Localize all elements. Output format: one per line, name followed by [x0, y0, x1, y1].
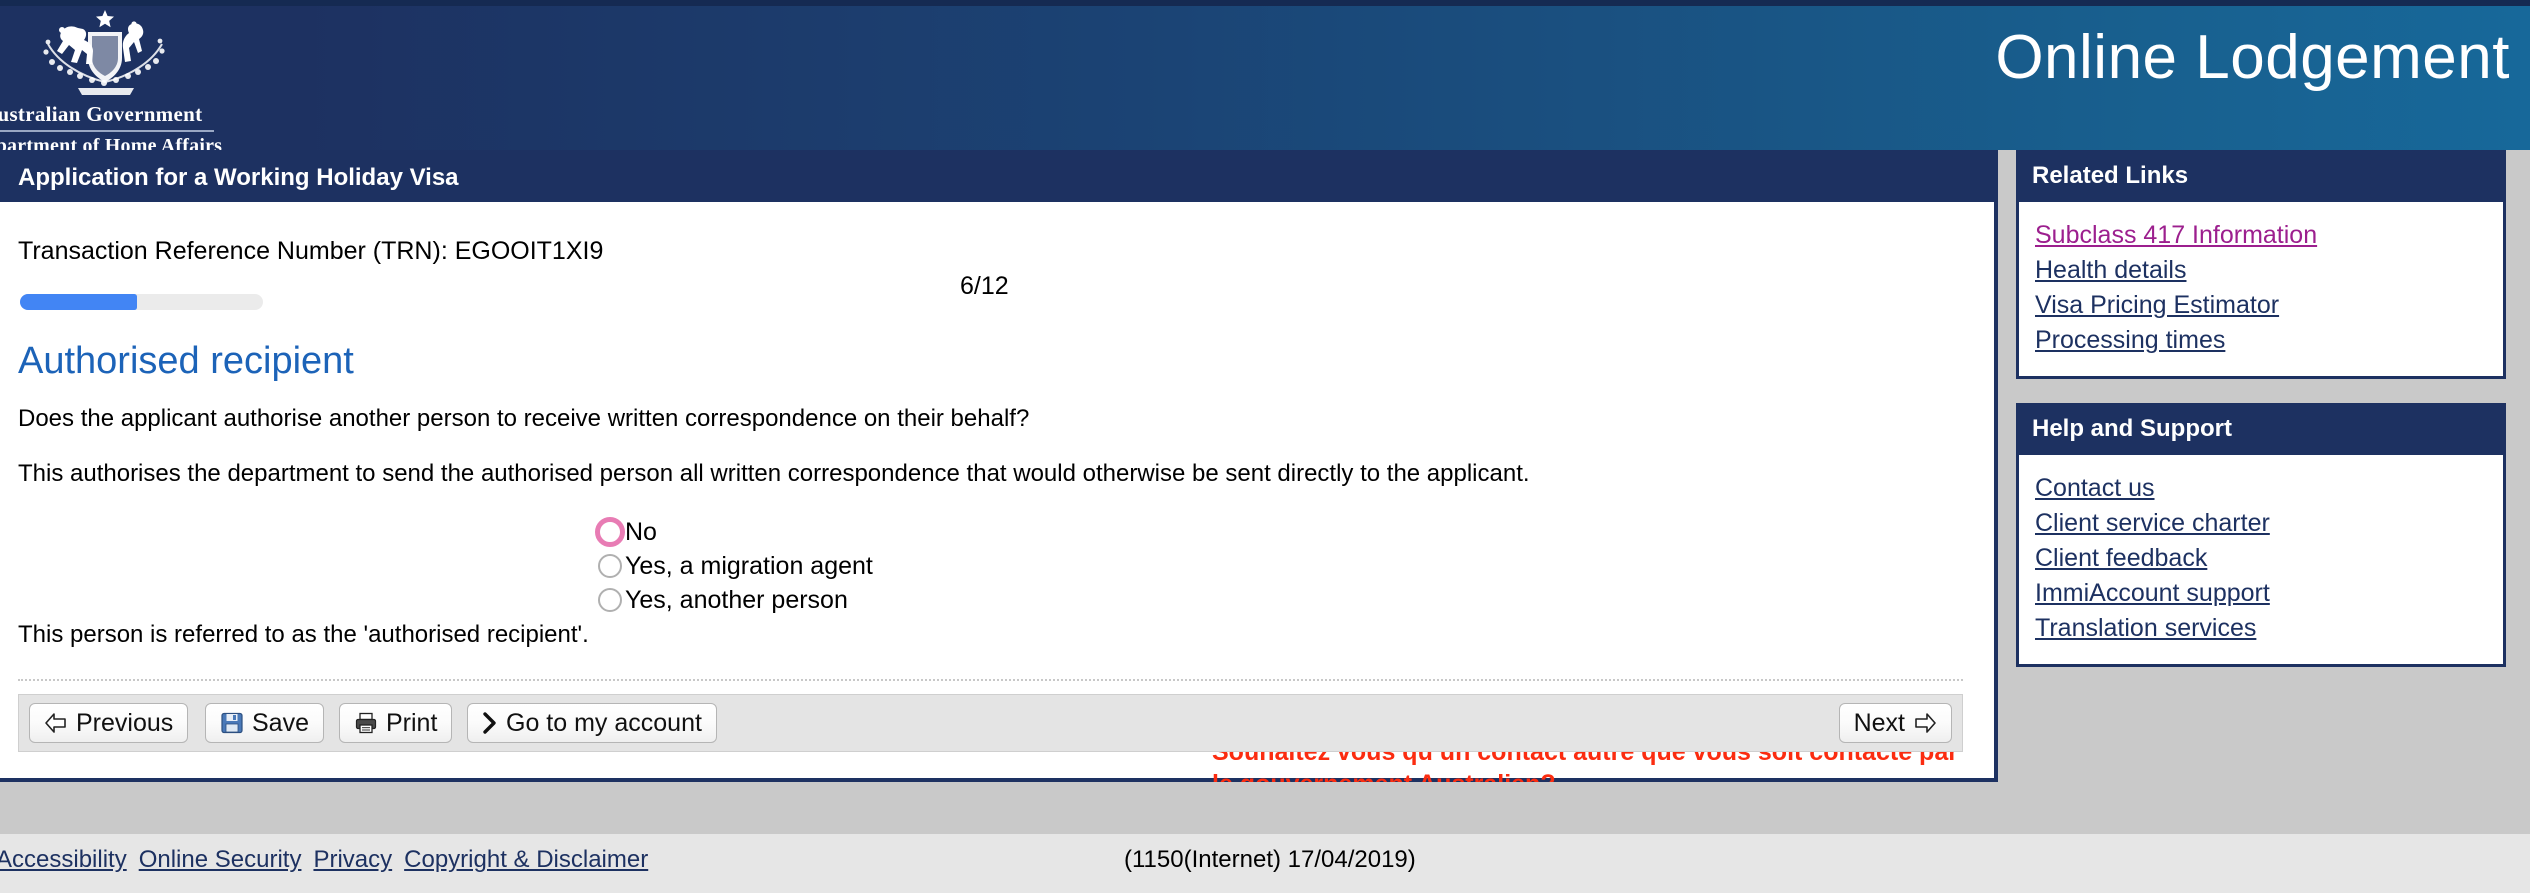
radio-option-1[interactable]: Yes, a migration agent [598, 549, 873, 583]
section-heading: Authorised recipient [18, 340, 354, 382]
help-support-list: Contact us Client service charter Client f… [2016, 455, 2506, 667]
footer-link-3[interactable]: Copyright & Disclaimer [404, 846, 648, 874]
related-link-1[interactable]: Health details [2035, 253, 2503, 288]
chevron-right-icon [482, 711, 498, 735]
help-link-2[interactable]: Client feedback [2035, 541, 2503, 576]
print-button-label: Print [386, 708, 438, 737]
australian-coat-of-arms-icon [43, 10, 165, 95]
help-link-4[interactable]: Translation services [2035, 611, 2503, 646]
question-text: Does the applicant authorise another per… [18, 405, 1030, 432]
go-to-my-account-button[interactable]: Go to my account [467, 703, 717, 743]
help-link-1[interactable]: Client service charter [2035, 506, 2503, 541]
referred-note-text: This person is referred to as the 'autho… [18, 621, 589, 648]
australian-government-text: Australian Government [0, 102, 203, 126]
go-to-my-account-label: Go to my account [506, 708, 702, 737]
floppy-disk-save-icon [220, 711, 244, 735]
print-button[interactable]: Print [339, 703, 453, 743]
related-link-2[interactable]: Visa Pricing Estimator [2035, 288, 2503, 323]
help-link-3[interactable]: ImmiAccount support [2035, 576, 2503, 611]
related-link-0[interactable]: Subclass 417 Information [2035, 218, 2503, 253]
footer-link-1[interactable]: Online Security [139, 846, 302, 874]
authorised-recipient-radio-group[interactable]: No Yes, a migration agent Yes, another per… [595, 515, 873, 617]
footer-version-text: (1150(Internet) 17/04/2019) [1124, 846, 1416, 873]
radio-button-icon[interactable] [598, 588, 622, 612]
transaction-reference-number: Transaction Reference Number (TRN): EGOO… [18, 237, 604, 265]
titlebar-gutter [1998, 150, 2016, 202]
coat-of-arms-logo[interactable]: Australian Government Department of Home… [0, 4, 242, 150]
related-links-heading: Related Links [2016, 150, 2506, 202]
footer-link-list: Accessibility Online Security Privacy Copyr… [0, 846, 648, 874]
app-title: Online Lodgement [1995, 23, 2510, 92]
wordmark-divider [0, 130, 214, 132]
related-links-list: Subclass 417 Information Health details Vi… [2016, 202, 2506, 379]
radio-option-label: No [625, 517, 657, 546]
form-content-panel: Transaction Reference Number (TRN): EGOO… [0, 202, 1998, 798]
arrow-right-icon [1913, 712, 1937, 734]
radio-option-0[interactable]: No [595, 515, 873, 549]
page-title: Application for a Working Holiday Visa [18, 164, 459, 191]
progress-bar-fill [20, 294, 137, 310]
printer-icon [354, 711, 378, 735]
banner-top-rule [0, 0, 2530, 6]
explanation-text: This authorises the department to send t… [18, 460, 1530, 487]
sidebar: Related Links Subclass 417 Information He… [2016, 150, 2506, 691]
progress-bar [20, 294, 263, 310]
page-counter: 6/12 [960, 272, 1009, 300]
arrow-left-icon [44, 712, 68, 734]
related-links-card: Related Links Subclass 417 Information He… [2016, 150, 2506, 379]
next-button-label: Next [1853, 708, 1905, 737]
previous-button-label: Previous [76, 708, 174, 737]
save-button-label: Save [252, 708, 309, 737]
footer-spacer [0, 782, 2530, 834]
footer-link-0[interactable]: Accessibility [0, 846, 127, 874]
next-button[interactable]: Next [1838, 703, 1952, 743]
content-divider [18, 679, 1963, 681]
help-support-heading: Help and Support [2016, 403, 2506, 455]
help-link-0[interactable]: Contact us [2035, 471, 2503, 506]
radio-option-label: Yes, another person [625, 585, 848, 614]
footer-link-2[interactable]: Privacy [313, 846, 392, 874]
related-link-3[interactable]: Processing times [2035, 323, 2503, 358]
radio-option-label: Yes, a migration agent [625, 551, 873, 580]
help-support-card: Help and Support Contact us Client servic… [2016, 403, 2506, 667]
site-banner: Australian Government Department of Home… [0, 0, 2530, 150]
previous-button[interactable]: Previous [29, 703, 189, 743]
page-title-bar: Application for a Working Holiday Visa [0, 150, 1998, 202]
radio-option-2[interactable]: Yes, another person [598, 583, 873, 617]
site-footer: Accessibility Online Security Privacy Copyr… [0, 834, 2530, 893]
department-wordmark: Australian Government Department of Home… [0, 102, 232, 150]
save-button[interactable]: Save [205, 703, 324, 743]
department-name-text: Department of Home Affairs [0, 135, 223, 150]
radio-button-icon[interactable] [598, 554, 622, 578]
radio-button-icon[interactable] [595, 517, 625, 547]
form-button-toolbar: Previous Save Print Go to my account Nex… [18, 694, 1963, 752]
